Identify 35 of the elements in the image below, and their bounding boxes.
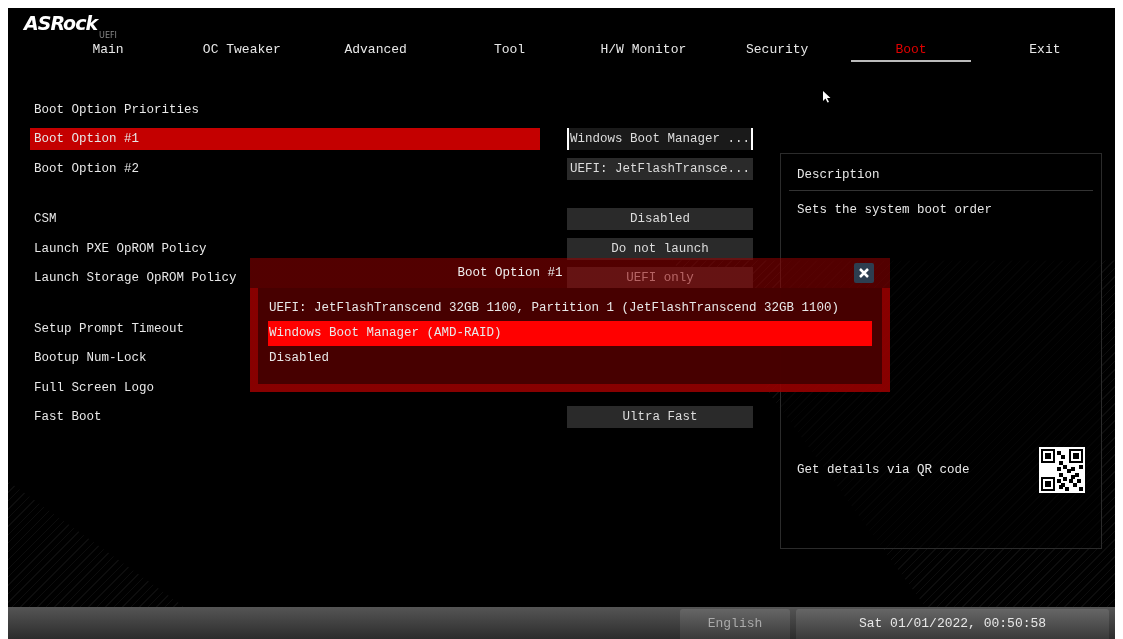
menu-tab[interactable]: Security [717,42,838,62]
mouse-pointer-icon [823,91,831,103]
close-icon [859,268,869,278]
menu-tab[interactable]: Advanced [315,42,436,62]
menu-tab[interactable]: OC Tweaker [181,42,302,62]
date-time-display: Sat 01/01/2022, 00:50:58 [796,609,1109,639]
description-text: Sets the system boot order [796,202,994,219]
boot-option-item[interactable]: Disabled [268,346,872,371]
value-field[interactable]: Disabled [567,208,753,231]
setting-label[interactable]: Boot Option #2 [30,157,140,180]
menu-tab[interactable]: Boot [851,42,972,62]
setting-value: Do not launch [611,241,709,256]
value-field[interactable]: Ultra Fast [567,406,753,429]
menu-tab[interactable]: Main [48,42,168,62]
qr-code-icon [1039,447,1085,493]
menu-tab[interactable]: H/W Monitor [583,42,704,62]
setting-label[interactable]: Boot Option #1 [30,128,540,151]
dialog-title: Boot Option #1 [457,266,563,280]
setting-label[interactable]: CSM [30,208,57,231]
setting-label[interactable]: Setup Prompt Timeout [30,317,185,340]
value-field[interactable]: Do not launch [567,237,753,260]
setting-value: Disabled [630,212,690,227]
menu-tab[interactable]: Exit [984,42,1105,62]
menu-tab[interactable]: Tool [449,42,570,62]
setting-label[interactable]: Fast Boot [30,406,102,429]
setting-label[interactable]: Bootup Num-Lock [30,347,147,370]
boot-option-item[interactable]: UEFI: JetFlashTranscend 32GB 1100, Partition 1 (JetFlashTranscend 32GB 1100) [268,296,872,321]
setting-label[interactable]: Launch PXE OpROM Policy [30,237,207,260]
qr-hint-text: Get details via QR code [797,463,970,477]
close-button[interactable] [854,263,874,283]
description-title: Description [789,164,1093,191]
section-heading: Boot Option Priorities [33,101,200,119]
setting-label[interactable]: Full Screen Logo [30,376,155,399]
setting-label[interactable]: Launch Storage OpROM Policy [30,267,237,290]
setting-value: Ultra Fast [622,410,698,425]
